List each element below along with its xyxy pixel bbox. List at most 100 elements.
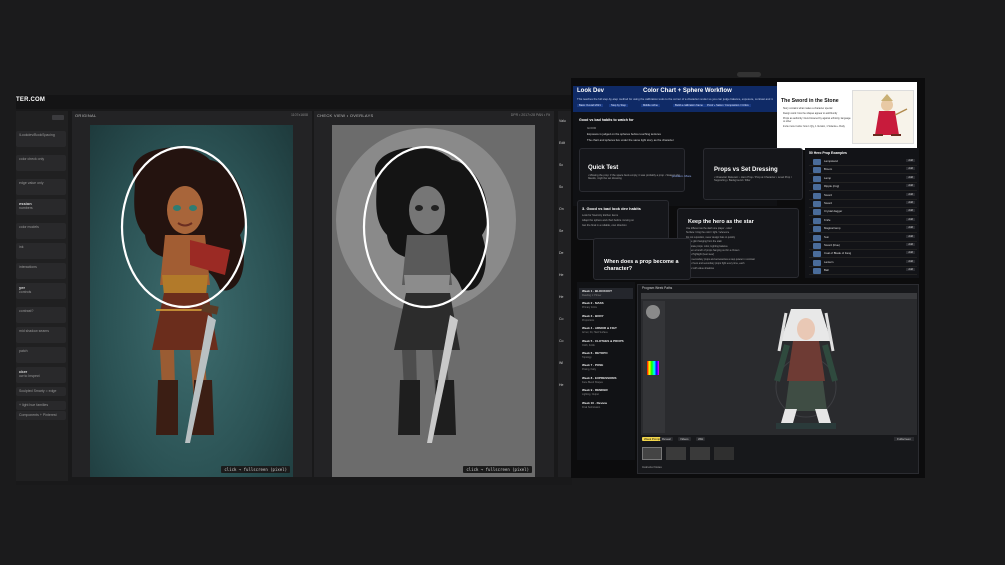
values-menu-item[interactable]: Wi <box>559 361 563 365</box>
sidebar-item[interactable]: patch <box>16 347 66 363</box>
week-item[interactable]: Week 2 · MASS Primary forms <box>579 300 633 311</box>
sidebar-item[interactable]: /Lookdev/BookSpacing <box>16 131 66 147</box>
example-row[interactable]: Lamp Add <box>809 175 917 183</box>
lookdev-tab[interactable]: Basic Overall 2021 <box>577 104 603 107</box>
sidebar-item[interactable]: edge value only <box>16 179 66 195</box>
program-chip[interactable]: Videos <box>678 437 691 441</box>
lookdev-section: Look Dev <box>577 88 605 94</box>
zbrush-viewport[interactable] <box>641 293 917 435</box>
window-handle[interactable] <box>737 72 761 77</box>
example-add-button[interactable]: Add <box>906 217 915 221</box>
week-item[interactable]: Week 6 · RETOPO Topology <box>579 350 633 361</box>
sidebar-toggle-button[interactable] <box>52 115 64 120</box>
example-row[interactable]: Knife Add <box>809 217 917 225</box>
thumbnail[interactable] <box>666 447 686 460</box>
week-item[interactable]: Week 8 · EXPRESSIONS Face Blend Shapes <box>579 375 633 386</box>
week-subtitle: Posing, Fatty <box>582 368 596 372</box>
thumbnail[interactable] <box>690 447 710 460</box>
sword-bullet: Design work: how the shapes appear to ad… <box>783 112 838 115</box>
values-menu-item[interactable]: On <box>559 207 564 211</box>
example-add-button[interactable]: Add <box>906 226 915 230</box>
example-add-button[interactable]: Add <box>906 201 915 204</box>
sidebar-item[interactable]: color check only <box>16 155 66 171</box>
sidebar-item[interactable]: cker ow to Inspect <box>16 367 66 383</box>
original-image-viewer[interactable]: click → fullscreen (pixel) <box>90 125 293 477</box>
program-chip[interactable]: Wiki <box>696 437 706 441</box>
sidebar: /Lookdev/BookSpacing color check only edge… <box>16 111 68 481</box>
example-add-button[interactable]: Add <box>906 268 915 272</box>
lookdev-description: This teaches the full step-by-step metho… <box>577 97 773 101</box>
example-add-button[interactable]: Add <box>906 251 915 255</box>
compare-app-window: TER.COM /Lookdev/BookSpacing color check … <box>16 95 572 485</box>
sword-bullet: Story contains what makes a character sp… <box>783 107 833 110</box>
example-row[interactable]: Sword (blue) Add <box>809 242 917 250</box>
good-label: GOOD <box>587 126 597 130</box>
example-row[interactable]: Broom Add <box>809 166 917 175</box>
example-row[interactable]: Ripple (ring) Add <box>809 183 917 192</box>
example-add-button[interactable]: Add <box>906 184 915 188</box>
lookdev-tab[interactable]: Middle refine <box>641 104 660 107</box>
sidebar-item[interactable]: yer controls <box>16 283 66 299</box>
week-item[interactable]: Week 5 · CLOTHES & PROPS Cloth, Folds <box>579 338 633 349</box>
fullscreen-hint: click → fullscreen (pixel) <box>221 466 290 473</box>
slide-keep-hero: Keep the hero as the star Use different … <box>677 208 799 278</box>
values-menu-item[interactable]: Co <box>559 317 563 321</box>
sidebar-item[interactable]: interactions <box>16 263 66 279</box>
sidebar-item[interactable]: Components + Pinterest <box>16 411 66 420</box>
example-add-button[interactable]: Add <box>906 159 915 162</box>
values-menu-item[interactable]: He <box>559 383 563 387</box>
values-menu-item[interactable]: He <box>559 273 563 277</box>
sidebar-item-label: patch <box>19 349 28 353</box>
values-menu-item[interactable]: He <box>559 295 563 299</box>
sidebar-item[interactable]: ink <box>16 243 66 259</box>
example-row[interactable]: Lantern Add <box>809 259 917 267</box>
sidebar-item[interactable]: contrast? <box>16 307 66 323</box>
example-row[interactable]: Sun Add <box>809 234 917 242</box>
program-chip[interactable]: Reveal <box>660 437 673 441</box>
example-add-button[interactable]: Add <box>906 243 915 246</box>
lookdev-tab[interactable]: Proof + Salon / Composition / Critics <box>705 104 751 107</box>
example-row[interactable]: Magical lamp Add <box>809 225 917 234</box>
week-item[interactable]: Week 10 · Review Final Submission <box>579 400 633 411</box>
example-row[interactable]: Sword Add <box>809 200 917 208</box>
example-add-button[interactable]: Add <box>906 192 915 196</box>
week-item[interactable]: Week 4 · ARMOR & FIGT Armor, Fit, Hard Su… <box>579 325 633 336</box>
lookdev-tab[interactable]: Step by Step <box>609 104 628 107</box>
quick-test-text: • Missing the prop: if the space feels e… <box>588 174 680 180</box>
sidebar-item[interactable]: Sculpted Smarty = edge <box>16 387 66 396</box>
lookdev-tab[interactable]: Build a calibration frame <box>673 104 705 107</box>
values-menu-item[interactable]: Sc <box>559 185 563 189</box>
example-add-button[interactable]: Add <box>906 175 915 179</box>
values-menu-item[interactable]: Se <box>559 229 563 233</box>
week-item[interactable]: Week 3 · BODY Proportions <box>579 313 633 324</box>
example-row[interactable]: Crystal dagger Add <box>809 208 917 217</box>
examples-list: 50 Hero Prop Examples Lampstand Add Broom A… <box>805 148 919 278</box>
problem-more-link[interactable]: problem. More <box>672 174 691 178</box>
values-menu-item[interactable]: Edit <box>559 141 565 145</box>
values-menu-item[interactable]: Co <box>559 339 563 343</box>
sidebar-item[interactable]: color models <box>16 223 66 239</box>
example-add-button[interactable]: Add <box>906 234 915 238</box>
sidebar-item[interactable]: + light hue families <box>16 401 66 410</box>
fullscreen-button[interactable]: Fullscreen <box>894 437 914 441</box>
thumbnail[interactable] <box>714 447 734 460</box>
example-add-button[interactable]: Add <box>906 167 915 171</box>
week-item[interactable]: Week 1 · BLOCKOUT Reading 1: Primer <box>579 288 633 299</box>
example-row[interactable]: Sword Add <box>809 192 917 200</box>
week-item[interactable]: Week 7 · POSE Posing, Fatty <box>579 362 633 373</box>
week-title: Week 6 · RETOPO <box>582 351 608 355</box>
example-row[interactable]: Ball Add <box>809 267 917 276</box>
example-add-button[interactable]: Add <box>906 209 915 213</box>
sidebar-item[interactable]: mid shadow seams <box>16 327 66 343</box>
example-row[interactable]: Coat of Blade of Fang Add <box>809 250 917 259</box>
values-menu-item[interactable]: De <box>559 251 563 255</box>
sidebar-item[interactable]: ession numbers <box>16 199 66 215</box>
check-image-viewer[interactable]: click → fullscreen (pixel) <box>332 125 535 477</box>
values-menu-item[interactable]: Valu <box>559 119 566 123</box>
example-thumbnail <box>813 159 821 165</box>
example-row[interactable]: Lampstand Add <box>809 158 917 166</box>
example-add-button[interactable]: Add <box>906 259 915 263</box>
thumbnail[interactable] <box>642 447 662 460</box>
values-menu-item[interactable]: Sc <box>559 163 563 167</box>
week-item[interactable]: Week 9 · RENDER Lighting, Output <box>579 387 633 398</box>
